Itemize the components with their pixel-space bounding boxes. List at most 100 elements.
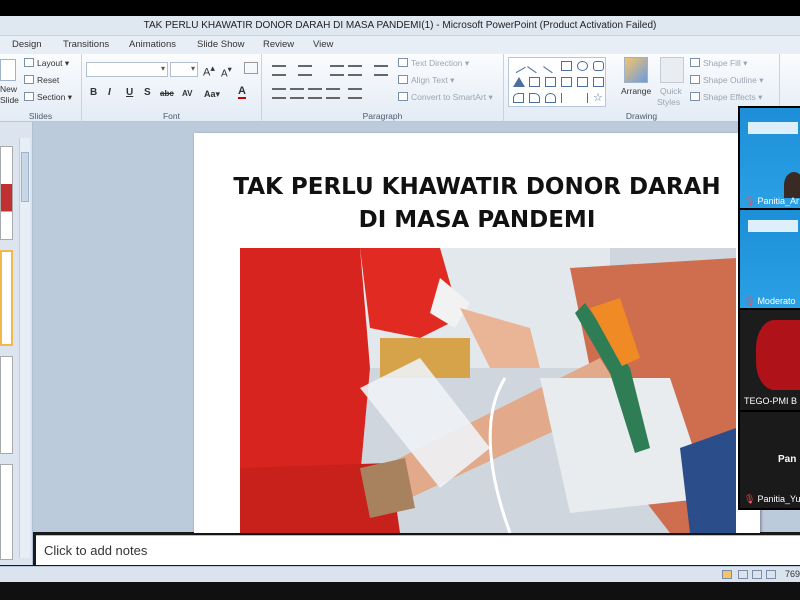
- status-bar: 769: [0, 566, 800, 582]
- line-shape-icon[interactable]: [511, 58, 526, 74]
- convert-smartart-button[interactable]: Convert to SmartArt ▾: [398, 92, 493, 103]
- section-button[interactable]: Section ▾: [24, 92, 72, 103]
- participant-tile-3[interactable]: TEGO-PMI B: [740, 310, 800, 410]
- zoom-level[interactable]: 769: [785, 569, 800, 579]
- columns-icon[interactable]: [348, 88, 362, 99]
- oval-shape-icon[interactable]: [577, 61, 588, 71]
- tab-animations[interactable]: Animations: [129, 39, 176, 50]
- window-title: TAK PERLU KHAWATIR DONOR DARAH DI MASA P…: [0, 16, 800, 36]
- slide-show-icon[interactable]: [766, 570, 776, 579]
- pmi-logo-graphic: [756, 320, 800, 390]
- character-spacing-button[interactable]: AV: [182, 89, 193, 98]
- paragraph-group-label: Paragraph: [362, 111, 403, 121]
- smartart-icon: [398, 92, 408, 101]
- font-name-combo[interactable]: [86, 62, 168, 77]
- increase-indent-icon[interactable]: [348, 65, 362, 76]
- align-text-icon: [398, 75, 408, 84]
- font-color-button[interactable]: A: [238, 85, 246, 99]
- quick-styles-icon[interactable]: [660, 57, 684, 83]
- slide-thumbnail-4[interactable]: [0, 464, 13, 560]
- reading-view-icon[interactable]: [752, 570, 762, 579]
- participant-tile-1[interactable]: 🎙 Panitia_Ar: [740, 108, 800, 208]
- arrange-icon[interactable]: [624, 57, 648, 83]
- right-arrow-shape-icon[interactable]: [561, 77, 572, 87]
- font-size-combo[interactable]: [170, 62, 198, 77]
- down-arrow-shape-icon[interactable]: [577, 77, 588, 87]
- align-left-icon[interactable]: [272, 88, 286, 99]
- clear-formatting-icon[interactable]: [244, 62, 258, 74]
- photo-illustration: [240, 248, 736, 533]
- blood-donation-photo[interactable]: [240, 248, 736, 533]
- numbering-icon[interactable]: [298, 65, 312, 76]
- left-brace-shape-icon[interactable]: [561, 93, 572, 103]
- layout-icon: [24, 58, 34, 67]
- tab-view[interactable]: View: [313, 39, 333, 50]
- participant-tile-2[interactable]: 🎙 Moderato: [740, 210, 800, 308]
- font-group: A▴ A▾ B I U S abc AV Aa▾ A Font: [82, 54, 262, 122]
- decrease-indent-icon[interactable]: [330, 65, 344, 76]
- strikethrough-button[interactable]: abc: [160, 89, 174, 98]
- right-brace-shape-icon[interactable]: [577, 93, 588, 103]
- tab-design[interactable]: Design: [12, 39, 42, 50]
- shape-fill-button[interactable]: Shape Fill ▾: [690, 58, 747, 69]
- grow-font-button[interactable]: A▴: [203, 63, 215, 79]
- new-slide-icon[interactable]: [0, 59, 16, 81]
- quick-styles-top[interactable]: Quick: [660, 86, 682, 96]
- slide-canvas[interactable]: TAK PERLU KHAWATIR DONOR DARAH DI MASA P…: [194, 133, 760, 533]
- text-direction-button[interactable]: Text Direction ▾: [398, 58, 469, 69]
- elbow-arrow-shape-icon[interactable]: [545, 77, 556, 87]
- slide-thumbnail-1[interactable]: [0, 146, 13, 240]
- normal-view-icon[interactable]: [722, 570, 732, 579]
- slide-sorter-icon[interactable]: [738, 570, 748, 579]
- justify-icon[interactable]: [326, 88, 340, 99]
- slides-group-label: Slides: [28, 111, 53, 121]
- rounded-rect-shape-icon[interactable]: [593, 61, 604, 71]
- wave-shape-icon[interactable]: [545, 93, 556, 103]
- shadow-button[interactable]: S: [144, 87, 151, 98]
- shrink-font-button[interactable]: A▾: [221, 64, 232, 79]
- double-arrow-shape-icon[interactable]: [543, 58, 558, 74]
- arrow-line-shape-icon[interactable]: [527, 58, 542, 74]
- elbow-connector-shape-icon[interactable]: [529, 77, 540, 87]
- align-right-icon[interactable]: [308, 88, 322, 99]
- rectangle-shape-icon[interactable]: [561, 61, 572, 71]
- slide-title[interactable]: TAK PERLU KHAWATIR DONOR DARAH DI MASA P…: [194, 171, 760, 237]
- change-case-button[interactable]: Aa▾: [204, 89, 220, 100]
- notes-pane[interactable]: Click to add notes: [36, 535, 800, 565]
- layout-button[interactable]: Layout ▾: [24, 58, 69, 69]
- screen-bottom-bar: [0, 582, 800, 600]
- new-slide-bottom[interactable]: Slide: [0, 95, 19, 105]
- reset-button[interactable]: Reset: [24, 75, 59, 85]
- participant-name-2: 🎙 Moderato: [744, 296, 796, 306]
- bold-button[interactable]: B: [90, 87, 97, 98]
- slide-thumbnail-3[interactable]: [0, 356, 13, 454]
- scroll-thumb[interactable]: [21, 152, 29, 202]
- arrange-button[interactable]: Arrange: [621, 86, 651, 96]
- bullets-icon[interactable]: [272, 65, 286, 76]
- arc-shape-icon[interactable]: [529, 93, 540, 103]
- underline-button[interactable]: U: [126, 87, 133, 98]
- triangle-shape-icon[interactable]: [513, 77, 525, 87]
- shapes-gallery[interactable]: ☆: [508, 57, 606, 107]
- align-text-button[interactable]: Align Text ▾: [398, 75, 454, 86]
- callout-shape-icon[interactable]: [593, 77, 604, 87]
- slide-thumbnail-2[interactable]: [0, 250, 13, 346]
- paint-bucket-icon: [690, 58, 700, 67]
- shape-effects-button[interactable]: Shape Effects ▾: [690, 92, 762, 103]
- screen-top-bar: [0, 0, 800, 16]
- tab-review[interactable]: Review: [263, 39, 294, 50]
- thumbnails-scrollbar[interactable]: [19, 138, 30, 558]
- new-slide-top[interactable]: New: [0, 84, 17, 94]
- participant-tile-4[interactable]: Pan 🎙 Panitia_Yu: [740, 412, 800, 508]
- star-shape-icon[interactable]: ☆: [593, 93, 604, 104]
- participant-name-4: Pan: [778, 454, 797, 465]
- banner-graphic: [748, 220, 798, 232]
- tab-slide-show[interactable]: Slide Show: [197, 39, 245, 50]
- line-spacing-icon[interactable]: [374, 65, 388, 76]
- align-center-icon[interactable]: [290, 88, 304, 99]
- tab-transitions[interactable]: Transitions: [63, 39, 109, 50]
- curve-shape-icon[interactable]: [513, 93, 524, 103]
- italic-button[interactable]: I: [108, 87, 111, 98]
- quick-styles-bottom[interactable]: Styles: [657, 97, 680, 107]
- shape-outline-button[interactable]: Shape Outline ▾: [690, 75, 764, 86]
